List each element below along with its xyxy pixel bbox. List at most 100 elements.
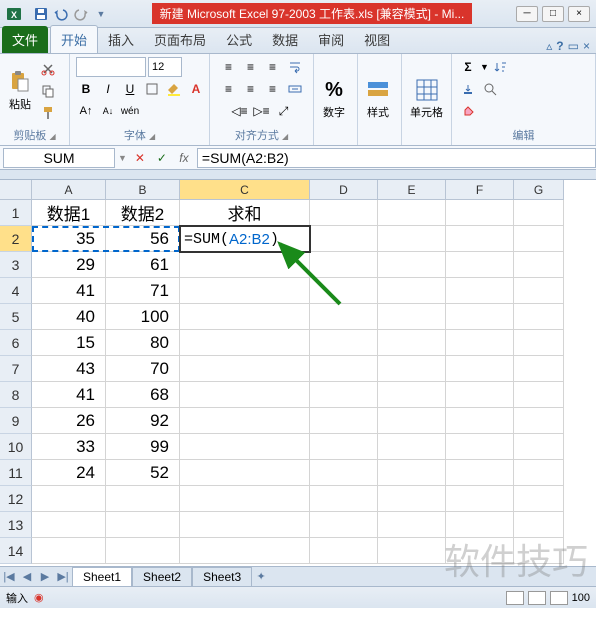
tab-formula[interactable]: 公式	[216, 26, 262, 53]
row-header-7[interactable]: 7	[0, 356, 32, 382]
sheet-tab-3[interactable]: Sheet3	[192, 567, 252, 586]
row-header-8[interactable]: 8	[0, 382, 32, 408]
align-left-icon[interactable]: ≡	[219, 79, 239, 99]
cell-F8[interactable]	[446, 382, 514, 408]
cell-F13[interactable]	[446, 512, 514, 538]
insert-function-icon[interactable]: fx	[175, 149, 193, 167]
cell-D2[interactable]	[310, 226, 378, 252]
cell-A3[interactable]: 29	[32, 252, 106, 278]
page-layout-view-icon[interactable]	[528, 591, 546, 605]
cell-E11[interactable]	[378, 460, 446, 486]
cancel-formula-icon[interactable]: ✕	[131, 149, 149, 167]
row-header-2[interactable]: 2	[0, 226, 32, 252]
cell-G13[interactable]	[514, 512, 564, 538]
accept-formula-icon[interactable]: ✓	[153, 149, 171, 167]
cell-B7[interactable]: 70	[106, 356, 180, 382]
cell-C7[interactable]	[180, 356, 310, 382]
phonetic-icon[interactable]: wén	[120, 101, 140, 121]
border-icon[interactable]	[142, 79, 162, 99]
col-header-E[interactable]: E	[378, 180, 446, 200]
row-header-13[interactable]: 13	[0, 512, 32, 538]
align-top-icon[interactable]: ≡	[219, 57, 239, 77]
styles-button[interactable]: 样式	[364, 76, 392, 122]
sheet-first-icon[interactable]: |◀	[0, 568, 18, 586]
zoom-level[interactable]: 100	[572, 592, 590, 604]
col-header-D[interactable]: D	[310, 180, 378, 200]
cell-E13[interactable]	[378, 512, 446, 538]
font-name-combo[interactable]	[76, 57, 146, 77]
cell-D8[interactable]	[310, 382, 378, 408]
cell-C11[interactable]	[180, 460, 310, 486]
tab-file[interactable]: 文件	[2, 26, 48, 53]
cell-B11[interactable]: 52	[106, 460, 180, 486]
cell-F6[interactable]	[446, 330, 514, 356]
grid-area[interactable]: ABCDEFG1数据1数据2求和235563296144171540100615…	[0, 180, 596, 566]
col-header-A[interactable]: A	[32, 180, 106, 200]
cell-B6[interactable]: 80	[106, 330, 180, 356]
tab-review[interactable]: 审阅	[308, 26, 354, 53]
shrink-font-icon[interactable]: A↓	[98, 101, 118, 121]
cell-B12[interactable]	[106, 486, 180, 512]
col-header-C[interactable]: C	[180, 180, 310, 200]
undo-icon[interactable]	[52, 5, 70, 23]
align-bottom-icon[interactable]: ≡	[263, 57, 283, 77]
cell-D11[interactable]	[310, 460, 378, 486]
tab-insert[interactable]: 插入	[98, 26, 144, 53]
cell-D9[interactable]	[310, 408, 378, 434]
tab-view[interactable]: 视图	[354, 26, 400, 53]
cell-D1[interactable]	[310, 200, 378, 226]
cell-C5[interactable]	[180, 304, 310, 330]
cell-F4[interactable]	[446, 278, 514, 304]
cell-E7[interactable]	[378, 356, 446, 382]
cell-A2[interactable]: 35	[32, 226, 106, 252]
cell-F12[interactable]	[446, 486, 514, 512]
find-icon[interactable]	[480, 79, 500, 99]
col-header-B[interactable]: B	[106, 180, 180, 200]
cell-G14[interactable]	[514, 538, 564, 564]
cell-B9[interactable]: 92	[106, 408, 180, 434]
cell-C14[interactable]	[180, 538, 310, 564]
col-header-F[interactable]: F	[446, 180, 514, 200]
cell-C8[interactable]	[180, 382, 310, 408]
cell-B13[interactable]	[106, 512, 180, 538]
cell-G12[interactable]	[514, 486, 564, 512]
cell-B5[interactable]: 100	[106, 304, 180, 330]
cell-C12[interactable]	[180, 486, 310, 512]
cell-F9[interactable]	[446, 408, 514, 434]
fill-icon[interactable]	[458, 79, 478, 99]
cell-G7[interactable]	[514, 356, 564, 382]
cell-C10[interactable]	[180, 434, 310, 460]
cell-E3[interactable]	[378, 252, 446, 278]
clear-icon[interactable]	[458, 101, 478, 121]
cell-G5[interactable]	[514, 304, 564, 330]
increase-indent-icon[interactable]: ▷≡	[252, 101, 272, 121]
cell-E5[interactable]	[378, 304, 446, 330]
decrease-indent-icon[interactable]: ◁≡	[230, 101, 250, 121]
help-icon[interactable]: ?	[556, 39, 563, 53]
save-icon[interactable]	[32, 5, 50, 23]
cell-C1[interactable]: 求和	[180, 200, 310, 226]
align-middle-icon[interactable]: ≡	[241, 57, 261, 77]
row-header-1[interactable]: 1	[0, 200, 32, 226]
cell-A1[interactable]: 数据1	[32, 200, 106, 226]
sheet-tab-2[interactable]: Sheet2	[132, 567, 192, 586]
cell-D14[interactable]	[310, 538, 378, 564]
sheet-next-icon[interactable]: ▶	[36, 568, 54, 586]
close-button[interactable]: ×	[568, 6, 590, 22]
cell-D13[interactable]	[310, 512, 378, 538]
cell-E8[interactable]	[378, 382, 446, 408]
orientation-icon[interactable]: ⤢	[274, 101, 294, 121]
mdi-close-icon[interactable]: ×	[583, 39, 590, 53]
paste-button[interactable]: 粘贴	[6, 68, 34, 114]
cell-F14[interactable]	[446, 538, 514, 564]
cell-E9[interactable]	[378, 408, 446, 434]
wrap-text-icon[interactable]	[285, 57, 305, 77]
align-center-icon[interactable]: ≡	[241, 79, 261, 99]
fill-color-icon[interactable]	[164, 79, 184, 99]
formula-input[interactable]: =SUM(A2:B2)	[197, 148, 596, 168]
normal-view-icon[interactable]	[506, 591, 524, 605]
cell-A13[interactable]	[32, 512, 106, 538]
cell-C4[interactable]	[180, 278, 310, 304]
row-header-12[interactable]: 12	[0, 486, 32, 512]
cell-E10[interactable]	[378, 434, 446, 460]
